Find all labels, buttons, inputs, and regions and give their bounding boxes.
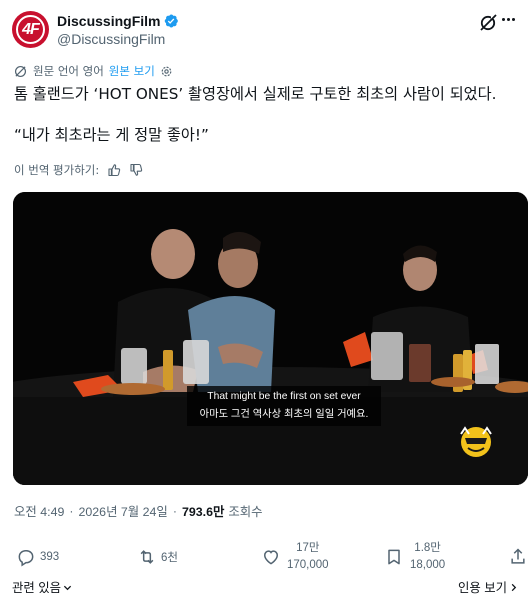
bookmark-count-full: 18,000 <box>410 559 446 571</box>
like-count-short: 17만 <box>296 542 320 554</box>
like-count-stack: 17만 170,000 <box>287 540 329 574</box>
rate-translation: 이 번역 평가하기: <box>14 161 143 179</box>
chevron-right-icon <box>511 583 517 591</box>
heart-icon <box>263 550 279 565</box>
views-label: 조회수 <box>228 505 263 519</box>
verified-badge-icon <box>165 14 179 28</box>
video-frame <box>13 192 528 485</box>
reply-button[interactable]: 393 <box>16 547 59 567</box>
tweet-text: 톰 홀랜드가 ‘HOT ONES’ 촬영장에서 실제로 구토한 최초의 사람이 … <box>14 84 514 146</box>
video-player[interactable]: That might be the first on set ever 아마도 … <box>13 192 528 485</box>
translation-source-note: 원문 언어 영어 <box>33 64 104 78</box>
meta-separator: · <box>69 504 74 518</box>
video-caption: That might be the first on set ever 아마도 … <box>187 386 381 426</box>
avatar[interactable]: 4F <box>12 11 49 48</box>
view-quotes-label: 인용 보기 <box>457 581 507 595</box>
gear-icon[interactable] <box>160 65 173 78</box>
like-count-full: 170,000 <box>287 559 329 571</box>
grok-icon[interactable] <box>478 13 498 33</box>
tweet-meta: 오전 4:49 · 2026년 7월 24일 · 793.6만 조회수 <box>14 502 263 520</box>
translate-icon <box>14 65 27 77</box>
retweet-count: 6천 <box>161 552 178 564</box>
tweet-quote-line: “내가 최초라는 게 정말 좋아!” <box>14 126 209 144</box>
view-quotes-link[interactable]: 인용 보기 <box>458 578 518 596</box>
share-button[interactable] <box>508 547 528 567</box>
reply-count: 393 <box>40 551 60 563</box>
author-handle[interactable]: @DiscussingFilm <box>57 31 165 47</box>
like-button[interactable]: 17만 170,000 <box>261 540 329 574</box>
bookmark-count-short: 1.8만 <box>414 542 441 554</box>
related-dropdown[interactable]: 관련 있음 <box>12 578 72 596</box>
chevron-down-icon <box>63 585 72 590</box>
caption-english: That might be the first on set ever <box>207 391 361 402</box>
retweet-button[interactable]: 6천 <box>137 547 178 567</box>
bookmark-count-stack: 1.8만 18,000 <box>410 540 445 574</box>
retweet-icon <box>140 550 154 564</box>
action-bar: 393 6천 17만 170,000 1.8만 18,000 <box>0 538 528 578</box>
tweet-text-line: 톰 홀랜드가 ‘HOT ONES’ 촬영장에서 실제로 구토한 최초의 사람이 … <box>14 85 497 103</box>
reply-icon <box>18 550 34 567</box>
thumbs-up-icon[interactable] <box>107 163 121 177</box>
translation-note: 원문 언어 영어 원본 보기 <box>14 63 173 79</box>
meta-separator: · <box>172 504 177 518</box>
view-original-link[interactable]: 원본 보기 <box>109 63 155 79</box>
share-icon <box>511 548 525 564</box>
tweet-date[interactable]: 2026년 7월 24일 <box>79 502 168 520</box>
thumbs-down-icon[interactable] <box>129 163 143 177</box>
rate-translation-label: 이 번역 평가하기: <box>14 163 100 177</box>
display-name[interactable]: DiscussingFilm <box>57 13 160 29</box>
bookmark-icon <box>388 549 400 565</box>
hot-ones-logo-icon <box>460 426 492 457</box>
views-count: 793.6만 <box>181 505 225 519</box>
more-options-icon[interactable] <box>502 18 516 22</box>
related-label: 관련 있음 <box>12 581 62 595</box>
tweet-header: 4F DiscussingFilm @DiscussingFilm <box>12 10 516 50</box>
tweet-time[interactable]: 오전 4:49 <box>14 502 64 520</box>
author-name-row: DiscussingFilm <box>57 12 179 30</box>
bookmark-button[interactable]: 1.8만 18,000 <box>384 540 445 574</box>
caption-korean: 아마도 그건 역사상 최초의 일일 거예요. <box>199 409 369 420</box>
